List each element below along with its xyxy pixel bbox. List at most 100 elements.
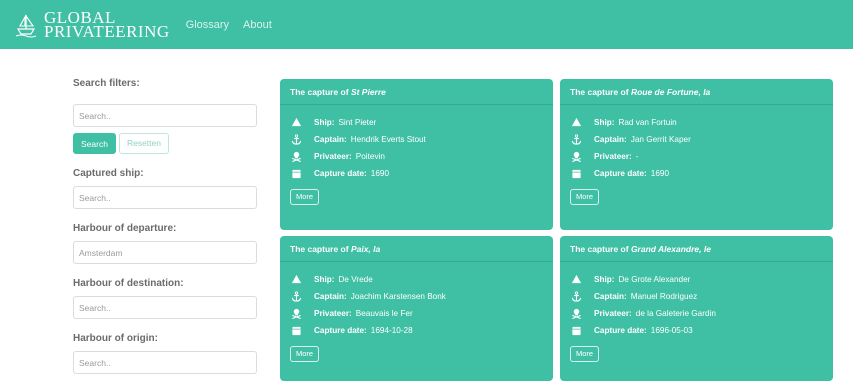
calendar-icon — [570, 325, 582, 337]
capture-date-row: Capture date: 1690 — [290, 165, 543, 182]
nav-link-about[interactable]: About — [243, 19, 272, 31]
search-filters-panel: Search filters: Search.. Search Resetten… — [73, 78, 257, 374]
capture-date-value: 1690 — [370, 169, 389, 178]
nav-link-glossary[interactable]: Glossary — [186, 19, 229, 31]
search-input[interactable]: Search.. — [73, 104, 257, 127]
ship-label: Ship: — [314, 118, 335, 127]
ship-icon — [290, 274, 302, 286]
more-button[interactable]: More — [290, 346, 320, 362]
more-button[interactable]: More — [570, 189, 600, 205]
capture-card: The capture of Paix, la Ship: De Vrede C… — [280, 236, 553, 381]
origin-harbour-label: Harbour of origin: — [73, 333, 158, 344]
captain-label: Captain: — [594, 292, 627, 301]
capture-date-value: 1690 — [650, 169, 669, 178]
ship-row: Ship: Rad van Fortuin — [570, 114, 823, 131]
ship-label: Ship: — [594, 118, 615, 127]
filter-buttons: Search Resetten — [73, 133, 257, 154]
card-title-prefix: The capture of — [570, 87, 629, 97]
card-title-prefix: The capture of — [290, 87, 349, 97]
ship-logo-icon — [15, 13, 37, 37]
ship-value: Sint Pieter — [338, 118, 377, 127]
ship-value: De Vrede — [338, 275, 373, 284]
captain-value: Hendrik Everts Stout — [350, 135, 426, 144]
privateer-value: Beauvais le Fer — [355, 309, 413, 318]
card-title: The capture of Roue de Fortune, la — [560, 79, 833, 105]
capture-date-label: Capture date: — [314, 326, 367, 335]
ship-row: Ship: De Vrede — [290, 271, 543, 288]
departure-harbour-label: Harbour of departure: — [73, 223, 177, 234]
anchor-icon — [290, 291, 302, 303]
card-title-prefix: The capture of — [290, 244, 349, 254]
origin-harbour-input[interactable]: Search.. — [73, 351, 257, 374]
card-body: Ship: Rad van Fortuin Captain: Jan Gerri… — [560, 105, 833, 205]
ship-row: Ship: Sint Pieter — [290, 114, 543, 131]
privateer-label: Privateer: — [594, 309, 632, 318]
capture-card: The capture of Roue de Fortune, la Ship:… — [560, 79, 833, 230]
captain-row: Captain: Hendrik Everts Stout — [290, 131, 543, 148]
capture-date-label: Capture date: — [314, 169, 367, 178]
capture-date-row: Capture date: 1690 — [570, 165, 823, 182]
privateer-value: - — [635, 152, 639, 161]
brand-logo[interactable]: GLOBAL PRIVATEERING — [12, 9, 170, 41]
captain-label: Captain: — [314, 292, 347, 301]
captured-ship-input[interactable]: Search.. — [73, 186, 257, 209]
brand-line-2: PRIVATEERING — [44, 21, 170, 41]
captured-ship-label: Captured ship: — [73, 168, 144, 179]
card-title-prefix: The capture of — [570, 244, 629, 254]
ship-label: Ship: — [594, 275, 615, 284]
captain-row: Captain: Manuel Rodriguez — [570, 288, 823, 305]
captain-row: Captain: Joachim Karstensen Bonk — [290, 288, 543, 305]
captain-label: Captain: — [594, 135, 627, 144]
ship-icon — [570, 274, 582, 286]
card-body: Ship: De Vrede Captain: Joachim Karstens… — [280, 262, 553, 362]
card-title: The capture of Grand Alexandre, le — [560, 236, 833, 262]
filters-title: Search filters: — [73, 78, 140, 89]
card-title-ship: St Pierre — [350, 87, 386, 97]
search-button[interactable]: Search — [73, 133, 116, 154]
anchor-icon — [570, 291, 582, 303]
skull-icon — [290, 308, 302, 320]
more-button[interactable]: More — [570, 346, 600, 362]
ship-value: De Grote Alexander — [618, 275, 691, 284]
ship-value: Rad van Fortuin — [618, 118, 677, 127]
capture-card: The capture of Grand Alexandre, le Ship:… — [560, 236, 833, 381]
anchor-icon — [570, 134, 582, 146]
card-title: The capture of St Pierre — [280, 79, 553, 105]
capture-date-value: 1696-05-03 — [650, 326, 693, 335]
card-title-ship: Grand Alexandre, le — [630, 244, 711, 254]
more-button[interactable]: More — [290, 189, 320, 205]
ship-icon — [290, 117, 302, 129]
calendar-icon — [290, 325, 302, 337]
captain-value: Jan Gerrit Kaper — [630, 135, 691, 144]
brand-title: GLOBAL PRIVATEERING — [44, 9, 170, 41]
privateer-value: Poitevin — [355, 152, 385, 161]
card-title: The capture of Paix, la — [280, 236, 553, 262]
reset-button[interactable]: Resetten — [118, 133, 169, 154]
privateer-label: Privateer: — [314, 309, 352, 318]
navbar: GLOBAL PRIVATEERING Glossary About — [0, 0, 853, 49]
card-title-ship: Roue de Fortune, la — [630, 87, 711, 97]
card-body: Ship: De Grote Alexander Captain: Manuel… — [560, 262, 833, 362]
privateer-row: Privateer: Beauvais le Fer — [290, 305, 543, 322]
card-body: Ship: Sint Pieter Captain: Hendrik Evert… — [280, 105, 553, 205]
card-title-ship: Paix, la — [350, 244, 381, 254]
captain-value: Manuel Rodriguez — [630, 292, 698, 301]
calendar-icon — [570, 168, 582, 180]
anchor-icon — [290, 134, 302, 146]
destination-harbour-label: Harbour of destination: — [73, 278, 184, 289]
privateer-row: Privateer: - — [570, 148, 823, 165]
ship-row: Ship: De Grote Alexander — [570, 271, 823, 288]
capture-date-row: Capture date: 1696-05-03 — [570, 322, 823, 339]
privateer-label: Privateer: — [594, 152, 632, 161]
ship-label: Ship: — [314, 275, 335, 284]
skull-icon — [570, 151, 582, 163]
privateer-value: de la Galeterie Gardin — [635, 309, 716, 318]
capture-date-label: Capture date: — [594, 326, 647, 335]
capture-date-label: Capture date: — [594, 169, 647, 178]
capture-card: The capture of St Pierre Ship: Sint Piet… — [280, 79, 553, 230]
capture-date-value: 1694-10-28 — [370, 326, 413, 335]
calendar-icon — [290, 168, 302, 180]
destination-harbour-input[interactable]: Search.. — [73, 296, 257, 319]
departure-harbour-input[interactable]: Amsterdam — [73, 241, 257, 264]
privateer-row: Privateer: Poitevin — [290, 148, 543, 165]
